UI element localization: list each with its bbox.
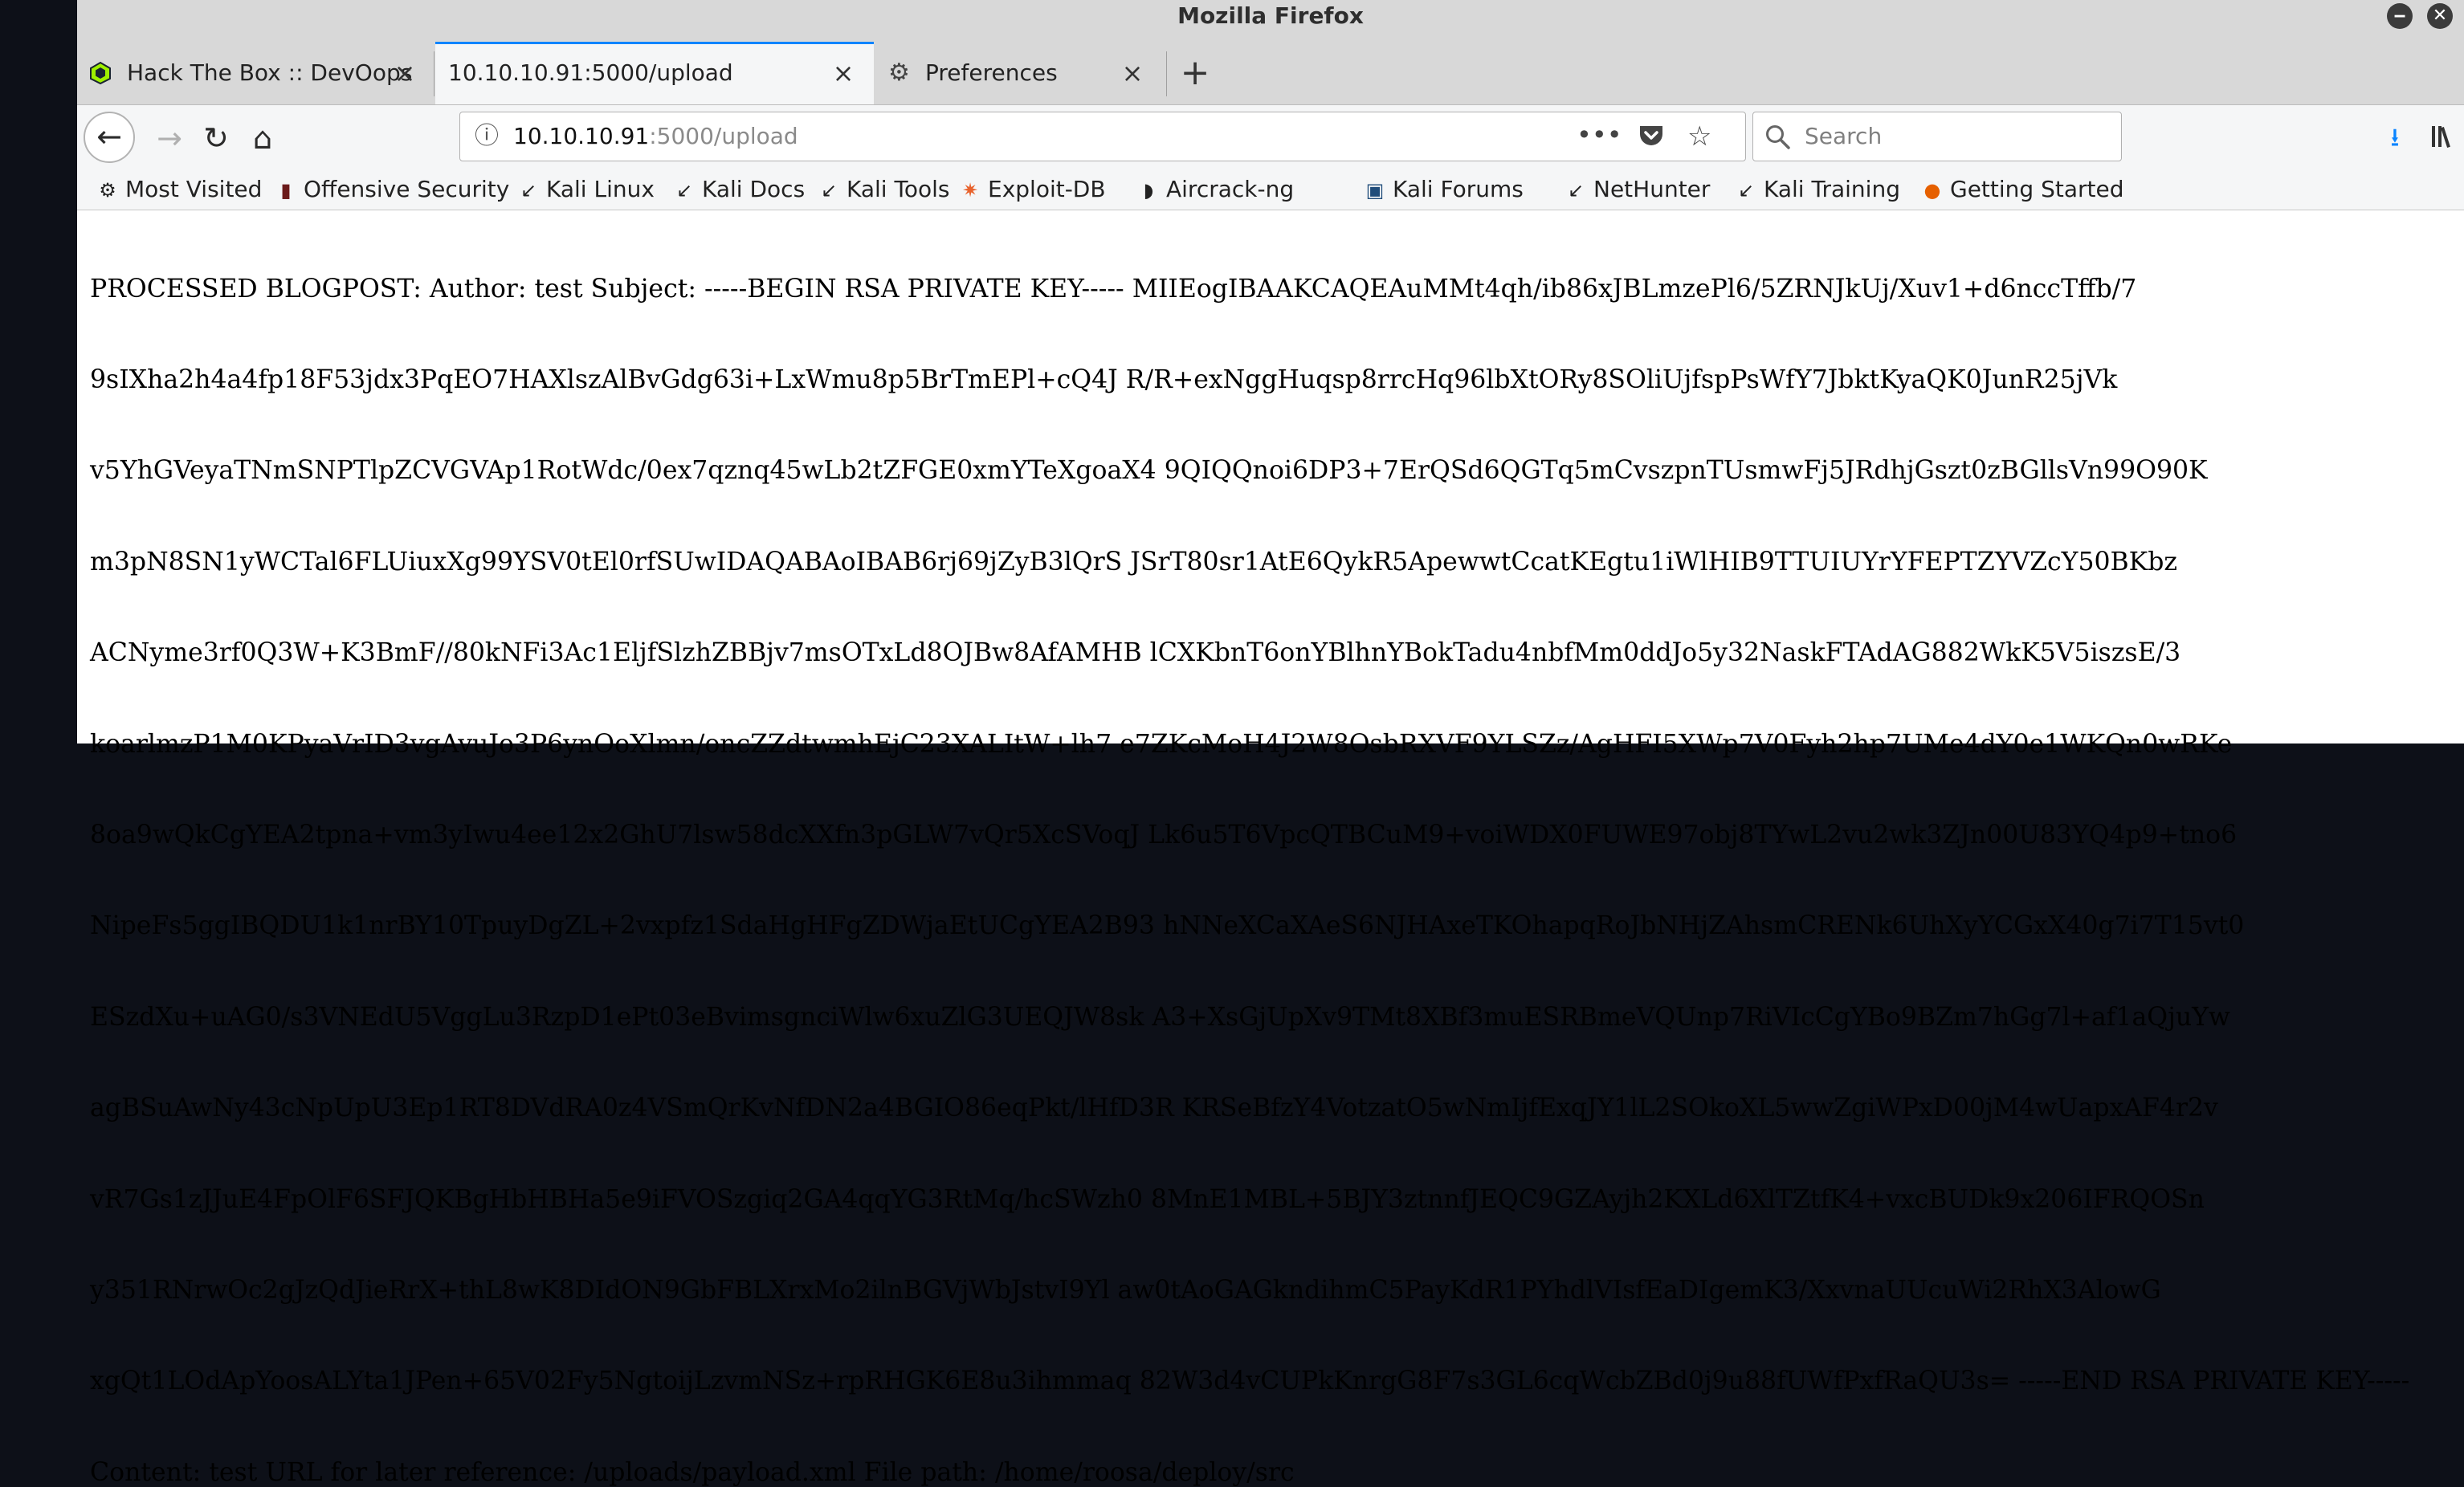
bookmark-label: Most Visited <box>125 176 263 202</box>
bookmark-label: Kali Linux <box>546 176 655 202</box>
home-button[interactable]: ⌂ <box>236 112 289 165</box>
firefox-window: Mozilla Firefox ‒ ✕ Hack The Box :: DevO… <box>77 0 2464 1487</box>
back-button[interactable]: ← <box>84 112 135 163</box>
kali-icon: ↙ <box>520 179 537 202</box>
text-line: NipeFs5ggIBQDU1k1nrBY10TpuyDgZL+2vxpfz1S… <box>90 911 2245 941</box>
page-text-block: PROCESSED BLOGPOST: Author: test Subject… <box>90 214 2451 1487</box>
tab-close-button[interactable]: × <box>829 59 858 88</box>
close-window-button[interactable]: ✕ <box>2427 3 2453 29</box>
pocket-icon[interactable] <box>1638 124 1665 149</box>
bookmark-label: Kali Tools <box>846 176 950 202</box>
kali-icon: ↙ <box>820 179 838 202</box>
minimize-icon: ‒ <box>2393 6 2406 26</box>
bookmark-kali-docs[interactable]: ↙ Kali Docs <box>673 171 805 210</box>
text-line: ACNyme3rf0Q3W+K3BmF//80kNFi3Ac1EljfSlzhZ… <box>90 638 2181 668</box>
window-title: Mozilla Firefox <box>1177 2 1364 29</box>
text-line: 9sIXha2h4a4fp18F53jdx3PqEO7HAXlszAlBvGdg… <box>90 365 2118 394</box>
url-host: 10.10.10.91 <box>513 123 650 149</box>
downloads-icon[interactable]: ⭳ <box>2372 113 2417 161</box>
url-bar[interactable]: ⓘ 10.10.10.91:5000/upload ••• ☆ <box>459 112 1746 161</box>
offsec-icon: ▮ <box>280 179 292 202</box>
navigation-bar: ← → ↻ ⌂ ⓘ 10.10.10.91:5000/upload ••• ☆ … <box>77 105 2464 171</box>
aircrack-icon: ◗ <box>1143 179 1154 202</box>
bookmark-getting-started[interactable]: ● Getting Started <box>1921 171 2124 210</box>
text-line: PROCESSED BLOGPOST: Author: test Subject… <box>90 274 2137 304</box>
search-icon <box>1766 125 1790 149</box>
bookmark-label: NetHunter <box>1593 176 1711 202</box>
bookmarks-toolbar: ⚙ Most Visited ▮ Offensive Security ↙ Kali … <box>77 171 2464 210</box>
reload-button[interactable]: ↻ <box>190 112 243 165</box>
text-line: 8oa9wQkCgYEA2tpna+vm3yIwu4ee12x2GhU7lsw5… <box>90 820 2238 849</box>
close-icon: × <box>1121 58 1144 88</box>
close-icon: ✕ <box>2432 6 2448 26</box>
text-line: koarlmzP1M0KPyaVrID3vgAvuJo3P6ynOoXlmn/o… <box>90 729 2233 759</box>
arrow-right-icon: → <box>157 120 182 156</box>
library-icon[interactable] <box>2430 123 2458 150</box>
text-line: ESzdXu+uAG0/s3VNEdU5VggLu3RzpD1ePt03eBvi… <box>90 1002 2230 1032</box>
text-line: v5YhGVeyaTNmSNPTlpZCVGVAp1RotWdc/0ex7qzn… <box>90 456 2208 486</box>
kali-icon: ↙ <box>1567 179 1585 202</box>
search-input[interactable]: Search <box>1805 112 1882 161</box>
tab-close-button[interactable]: × <box>390 59 419 88</box>
bookmark-star-icon[interactable]: ☆ <box>1687 112 1711 161</box>
kali-forums-icon: ▣ <box>1365 179 1385 202</box>
text-line: m3pN8SN1yWCTal6FLUiuxXg99YSV0tEl0rfSUwID… <box>90 547 2177 576</box>
text-line: vR7Gs1zJJuE4FpOlF6SFJQKBgHbHBHa5e9iFVOSz… <box>90 1184 2205 1214</box>
text-line: y351RNrwOc2gJzQdJieRrX+thL8wK8DIdON9GbFB… <box>90 1275 2161 1305</box>
reload-icon: ↻ <box>203 120 229 156</box>
desktop-background <box>0 0 77 744</box>
bookmark-kali-linux[interactable]: ↙ Kali Linux <box>517 171 655 210</box>
home-icon: ⌂ <box>252 120 273 156</box>
tab-label: Hack The Box :: DevOops <box>127 59 413 86</box>
bookmark-label: Exploit-DB <box>988 176 1106 202</box>
bookmark-nethunter[interactable]: ↙ NetHunter <box>1564 171 1710 210</box>
bookmark-most-visited[interactable]: ⚙ Most Visited <box>96 171 262 210</box>
tab-hack-the-box[interactable]: Hack The Box :: DevOops × <box>77 42 430 104</box>
close-icon: × <box>394 58 416 88</box>
hackthebox-icon <box>90 61 111 85</box>
search-bar[interactable]: Search <box>1752 112 2122 161</box>
gear-icon: ⚙ <box>99 179 116 202</box>
title-bar: Mozilla Firefox ‒ ✕ <box>77 0 2464 32</box>
firefox-icon: ● <box>1923 179 1941 202</box>
bookmark-label: Getting Started <box>1950 176 2124 202</box>
minimize-button[interactable]: ‒ <box>2387 3 2413 29</box>
gear-icon: ⚙ <box>888 59 910 87</box>
url-text[interactable]: 10.10.10.91:5000/upload <box>513 112 798 161</box>
arrow-left-icon: ← <box>96 119 122 154</box>
text-line: xgQt1LOdApYoosALYta1JPen+65V02Fy5NgtoijL… <box>90 1367 2410 1396</box>
bookmark-kali-forums[interactable]: ▣ Kali Forums <box>1364 171 1524 210</box>
page-actions-icon[interactable]: ••• <box>1577 112 1622 161</box>
forward-button[interactable]: → <box>143 112 196 165</box>
bookmark-label: Offensive Security <box>304 176 510 202</box>
page-content: PROCESSED BLOGPOST: Author: test Subject… <box>77 210 2464 1487</box>
bookmark-label: Kali Training <box>1764 176 1900 202</box>
close-icon: × <box>832 58 855 88</box>
bookmark-kali-training[interactable]: ↙ Kali Training <box>1735 171 1900 210</box>
bookmark-offensive-security[interactable]: ▮ Offensive Security <box>275 171 509 210</box>
tab-upload[interactable]: 10.10.10.91:5000/upload × <box>435 42 874 104</box>
bookmark-kali-tools[interactable]: ↙ Kali Tools <box>818 171 950 210</box>
kali-icon: ↙ <box>1737 179 1755 202</box>
new-tab-button[interactable]: + <box>1173 42 1218 104</box>
tab-label: Preferences <box>925 59 1058 86</box>
exploitdb-icon: ✷ <box>961 179 979 202</box>
tab-label: 10.10.10.91:5000/upload <box>448 59 733 86</box>
info-icon[interactable]: ⓘ <box>475 112 499 161</box>
kali-icon: ↙ <box>675 179 693 202</box>
bookmark-exploit-db[interactable]: ✷ Exploit-DB <box>959 171 1106 210</box>
tab-close-button[interactable]: × <box>1118 59 1147 88</box>
url-path: :5000/upload <box>649 123 798 149</box>
bookmark-label: Kali Docs <box>702 176 806 202</box>
bookmark-aircrack-ng[interactable]: ◗ Aircrack-ng <box>1137 171 1294 210</box>
bookmark-label: Aircrack-ng <box>1166 176 1295 202</box>
text-line: agBSuAwNy43cNpUpU3Ep1RT8DVdRA0z4VSmQrKvN… <box>90 1094 2218 1123</box>
tab-strip: Hack The Box :: DevOops × 10.10.10.91:50… <box>77 32 2464 105</box>
tab-separator <box>1166 51 1167 96</box>
plus-icon: + <box>1180 52 1210 93</box>
bookmark-label: Kali Forums <box>1393 176 1524 202</box>
text-line: Content: test URL for later reference: /… <box>90 1457 1295 1487</box>
